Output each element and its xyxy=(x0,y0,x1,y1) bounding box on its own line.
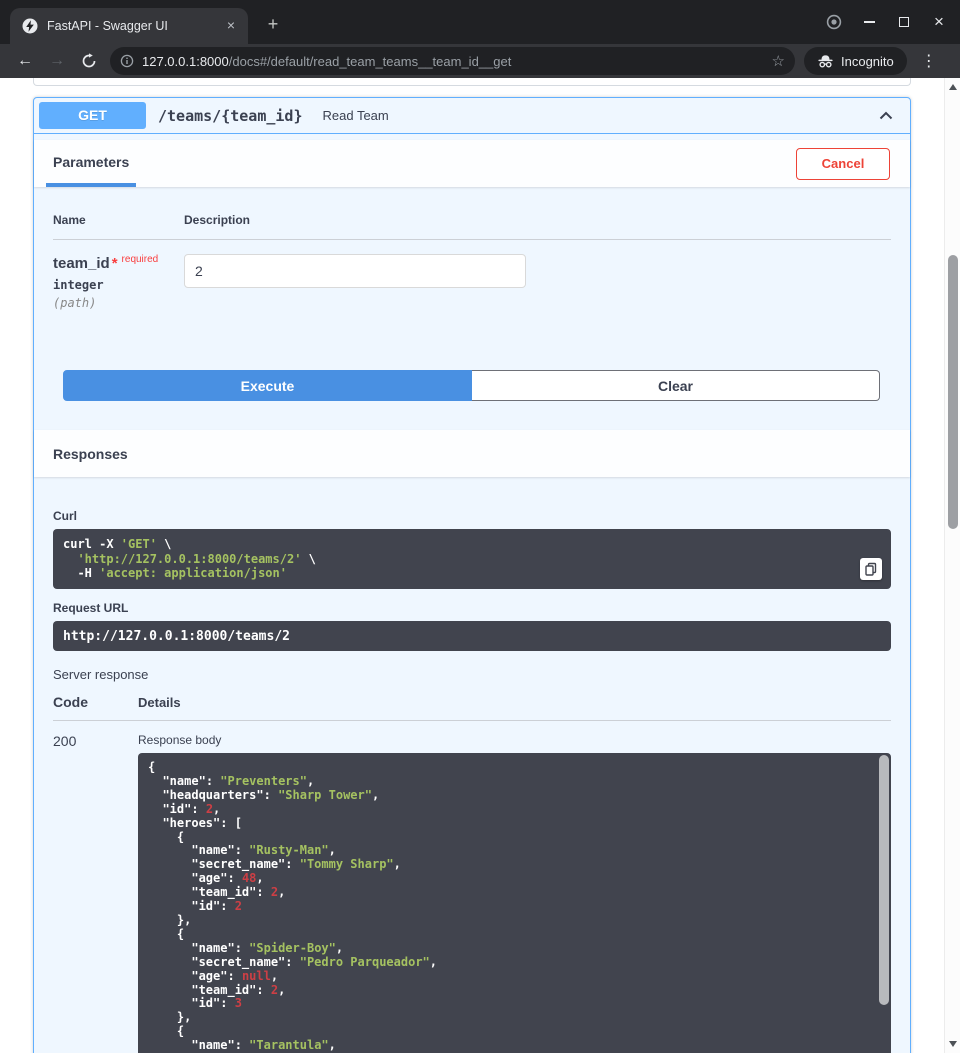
incognito-label: Incognito xyxy=(841,54,894,69)
minimize-icon xyxy=(864,21,875,23)
param-name: team_id xyxy=(53,255,110,272)
response-body-block: { "name": "Preventers", "headquarters": … xyxy=(138,753,891,1053)
bookmark-star-icon[interactable]: ☆ xyxy=(772,52,785,70)
clear-button[interactable]: Clear xyxy=(472,370,880,401)
page-scrollbar[interactable] xyxy=(944,78,960,1053)
incognito-spy-icon xyxy=(817,53,834,69)
collapse-chevron-icon[interactable] xyxy=(877,107,895,125)
param-type: integer xyxy=(53,278,184,292)
scroll-up-arrow[interactable] xyxy=(949,84,957,90)
responses-header: Responses xyxy=(34,430,910,477)
tab-close-icon[interactable]: × xyxy=(222,17,240,35)
copy-button[interactable] xyxy=(860,558,882,580)
required-star: * xyxy=(112,255,118,272)
browser-tab[interactable]: FastAPI - Swagger UI × xyxy=(10,8,248,44)
copy-icon xyxy=(864,562,878,576)
tab-strip: FastAPI - Swagger UI × + × xyxy=(0,0,960,44)
response-body-label: Response body xyxy=(138,733,891,747)
site-info-icon[interactable] xyxy=(120,54,134,68)
operation-summary[interactable]: GET /teams/{team_id} Read Team xyxy=(34,98,910,134)
menu-button[interactable]: ⋮ xyxy=(917,51,941,71)
new-tab-button[interactable]: + xyxy=(260,12,286,38)
reload-button[interactable] xyxy=(76,48,102,74)
operation-path: /teams/{team_id} xyxy=(158,107,303,125)
response-scrollbar-thumb[interactable] xyxy=(879,755,889,1005)
param-value-input[interactable] xyxy=(184,254,526,288)
close-button[interactable]: × xyxy=(930,13,948,31)
page-content: GET /teams/{team_id} Read Team Parameter… xyxy=(0,78,944,1053)
execute-wrapper: Execute Clear xyxy=(63,370,880,401)
window-controls: × xyxy=(825,0,948,44)
maximize-button[interactable] xyxy=(895,13,913,31)
parameters-table: Name Description team_id* required intege… xyxy=(53,213,891,310)
response-body-json: { "name": "Preventers", "headquarters": … xyxy=(148,761,871,1053)
request-url-label: Request URL xyxy=(53,601,891,615)
server-response-label: Server response xyxy=(53,667,891,682)
url-text: 127.0.0.1:8000/docs#/default/read_team_t… xyxy=(142,54,764,69)
previous-opblock-edge xyxy=(33,78,911,86)
browser-toolbar: ← → 127.0.0.1:8000/docs#/default/read_te… xyxy=(0,44,960,78)
tab-parameters[interactable]: Parameters xyxy=(46,140,136,187)
request-url-value: http://127.0.0.1:8000/teams/2 xyxy=(53,621,891,651)
url-host: 127.0.0.1:8000 xyxy=(142,54,229,69)
url-path: /docs#/default/read_team_teams__team_id_… xyxy=(229,54,512,69)
parameter-row: team_id* required integer (path) xyxy=(53,240,891,310)
method-badge: GET xyxy=(39,102,146,129)
param-location: (path) xyxy=(53,296,184,310)
back-button[interactable]: ← xyxy=(12,48,38,74)
required-label: required xyxy=(122,254,159,265)
execute-button[interactable]: Execute xyxy=(63,370,472,401)
browser-action-icon[interactable] xyxy=(825,13,843,31)
curl-block: curl -X 'GET' \ 'http://127.0.0.1:8000/t… xyxy=(53,529,891,589)
responses-inner: Curl curl -X 'GET' \ 'http://127.0.0.1:8… xyxy=(34,477,910,1053)
address-bar[interactable]: 127.0.0.1:8000/docs#/default/read_team_t… xyxy=(110,47,795,75)
operation-description: Read Team xyxy=(323,108,389,123)
parameter-description-cell xyxy=(184,254,891,310)
response-row: 200 Response body { "name": "Preventers"… xyxy=(53,721,891,1053)
incognito-badge: Incognito xyxy=(804,47,907,75)
column-description: Description xyxy=(184,213,891,227)
opblock-get: GET /teams/{team_id} Read Team Parameter… xyxy=(33,97,911,1053)
column-code: Code xyxy=(53,694,138,710)
curl-command: curl -X 'GET' \ 'http://127.0.0.1:8000/t… xyxy=(63,537,881,581)
page-scrollbar-thumb[interactable] xyxy=(948,255,958,529)
curl-label: Curl xyxy=(53,509,891,523)
response-details-cell: Response body { "name": "Preventers", "h… xyxy=(138,733,891,1053)
parameters-header: Parameters Cancel xyxy=(34,140,910,187)
column-name: Name xyxy=(53,213,184,227)
parameter-meta: team_id* required integer (path) xyxy=(53,254,184,310)
tab-title: FastAPI - Swagger UI xyxy=(47,19,213,33)
cancel-button[interactable]: Cancel xyxy=(796,148,890,180)
browser-window: FastAPI - Swagger UI × + × ← → 127.0.0.1… xyxy=(0,0,960,1053)
parameters-table-header: Name Description xyxy=(53,213,891,240)
responses-title: Responses xyxy=(46,446,128,462)
response-table-header: Code Details xyxy=(53,694,891,721)
minimize-button[interactable] xyxy=(860,13,878,31)
maximize-icon xyxy=(899,17,909,27)
status-code: 200 xyxy=(53,733,138,1053)
forward-button[interactable]: → xyxy=(44,48,70,74)
scroll-down-arrow[interactable] xyxy=(949,1041,957,1047)
column-details: Details xyxy=(138,695,891,710)
fastapi-favicon-icon xyxy=(22,18,38,34)
parameters-tab-label: Parameters xyxy=(53,154,129,170)
